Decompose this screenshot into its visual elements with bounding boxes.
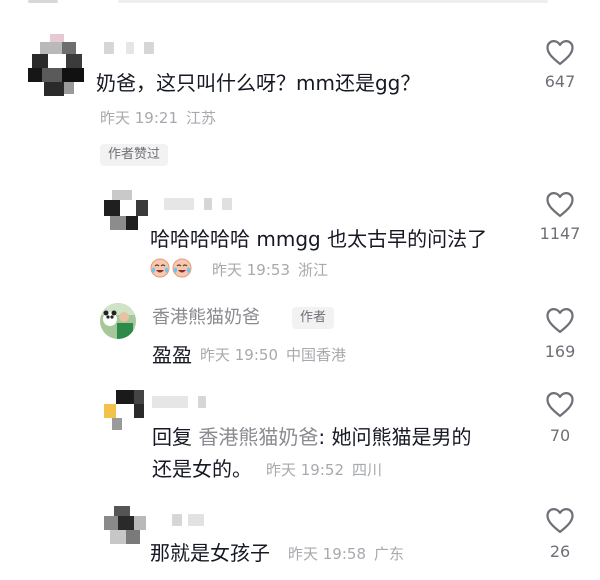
like-count: 647 <box>544 72 576 91</box>
heart-outline-icon[interactable] <box>545 190 575 218</box>
comment-location: 浙江 <box>298 261 329 279</box>
comment-meta: 昨天 19:53 浙江 <box>212 260 336 280</box>
username-blurred[interactable] <box>164 198 244 212</box>
like-count: 70 <box>549 426 571 445</box>
crying-laughing-emoji-icon <box>172 258 192 278</box>
heart-outline-icon[interactable] <box>545 506 575 534</box>
avatar[interactable] <box>104 506 146 550</box>
comment-time: 昨天 19:53 <box>212 261 290 279</box>
username-blurred[interactable] <box>152 396 222 410</box>
comment-location: 中国香港 <box>286 346 347 364</box>
comment-time: 昨天 19:21 <box>100 109 178 127</box>
author-tag: 作者 <box>292 307 335 329</box>
username-blurred[interactable] <box>104 42 164 56</box>
avatar[interactable] <box>104 190 148 234</box>
author-name[interactable]: 香港熊猫奶爸 <box>152 306 260 330</box>
comment-time: 昨天 19:50 <box>200 346 278 364</box>
heart-outline-icon[interactable] <box>545 306 575 334</box>
crying-laughing-emoji-icon <box>150 258 170 278</box>
comment-meta: 昨天 19:50 中国香港 <box>200 345 354 365</box>
username-blurred[interactable] <box>172 514 222 528</box>
comment-meta: 昨天 19:21 江苏 <box>100 108 224 128</box>
comment-time: 昨天 19:58 <box>288 545 366 563</box>
avatar[interactable] <box>104 390 144 434</box>
like-count: 1147 <box>539 224 581 243</box>
comment-text: : 她问熊猫是男的 <box>318 425 472 449</box>
heart-outline-icon[interactable] <box>545 38 575 66</box>
comment-text: 奶爸，这只叫什么呀？mm还是gg？ <box>96 71 421 95</box>
reply-text-line: 回复 香港熊猫奶爸: 她问熊猫是男的 <box>152 424 471 450</box>
reply-prefix: 回复 <box>152 425 192 449</box>
like-count: 26 <box>549 542 571 561</box>
heart-outline-icon[interactable] <box>545 390 575 418</box>
comment-text: 那就是女孩子 <box>150 541 270 565</box>
comment-text: 哈哈哈哈哈 mmgg 也太古早的问法了 <box>150 227 488 251</box>
avatar[interactable] <box>28 34 84 98</box>
like-count: 169 <box>544 342 576 361</box>
previous-item-edge <box>0 0 600 6</box>
comment-location: 江苏 <box>186 109 217 127</box>
avatar[interactable] <box>100 303 136 339</box>
comment-location: 广东 <box>374 545 405 563</box>
comment-location: 四川 <box>352 461 383 479</box>
comment-meta: 昨天 19:58 广东 <box>288 544 412 564</box>
comment-text: 盈盈 <box>152 343 192 367</box>
reply-target-name[interactable]: 香港熊猫奶爸 <box>198 425 318 449</box>
comment-text-continued: 还是女的。 <box>152 457 252 481</box>
author-liked-badge: 作者赞过 <box>100 144 169 166</box>
comment-time: 昨天 19:52 <box>266 461 344 479</box>
comment-meta: 昨天 19:52 四川 <box>266 460 390 480</box>
